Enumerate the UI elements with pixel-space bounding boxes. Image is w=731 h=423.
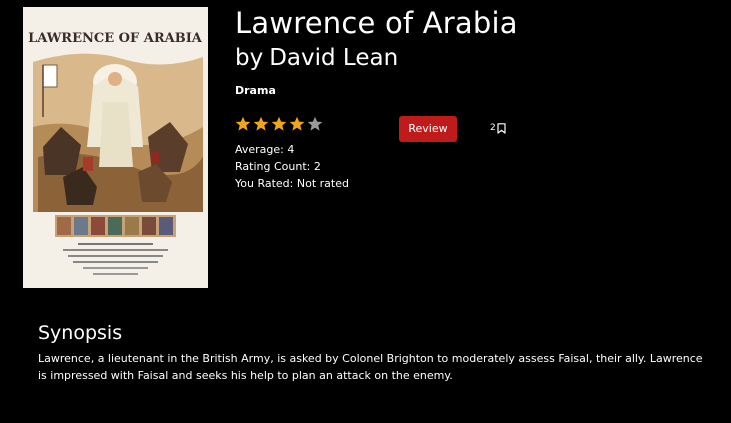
user-rating: You Rated: Not rated [235, 177, 349, 190]
star-icon[interactable] [289, 116, 305, 132]
star-icon[interactable] [253, 116, 269, 132]
genre-label: Drama [235, 84, 276, 97]
star-rating[interactable] [235, 116, 323, 132]
rating-stats: Average: 4 Rating Count: 2 You Rated: No… [235, 141, 349, 192]
rating-count: Rating Count: 2 [235, 160, 321, 173]
star-icon[interactable] [307, 116, 323, 132]
poster-title-lettering: LAWRENCE OF ARABIA [28, 31, 203, 46]
synopsis-heading: Synopsis [38, 322, 123, 344]
star-icon[interactable] [235, 116, 251, 132]
bookmark-count: 2 [490, 123, 496, 133]
review-button[interactable]: Review [399, 116, 457, 142]
director-line: by David Lean [235, 42, 398, 74]
director-prefix: by [235, 45, 264, 71]
average-rating: Average: 4 [235, 143, 295, 156]
bookmark-button[interactable]: 2 [490, 121, 506, 135]
movie-title: Lawrence of Arabia [235, 6, 518, 40]
bookmark-icon [497, 122, 506, 134]
star-icon[interactable] [271, 116, 287, 132]
movie-poster: LAWRENCE OF ARABIA [23, 7, 208, 288]
synopsis-text: Lawrence, a lieutenant in the British Ar… [38, 352, 703, 382]
director-name: David Lean [269, 45, 399, 71]
poster-illustration: LAWRENCE OF ARABIA [23, 7, 208, 288]
